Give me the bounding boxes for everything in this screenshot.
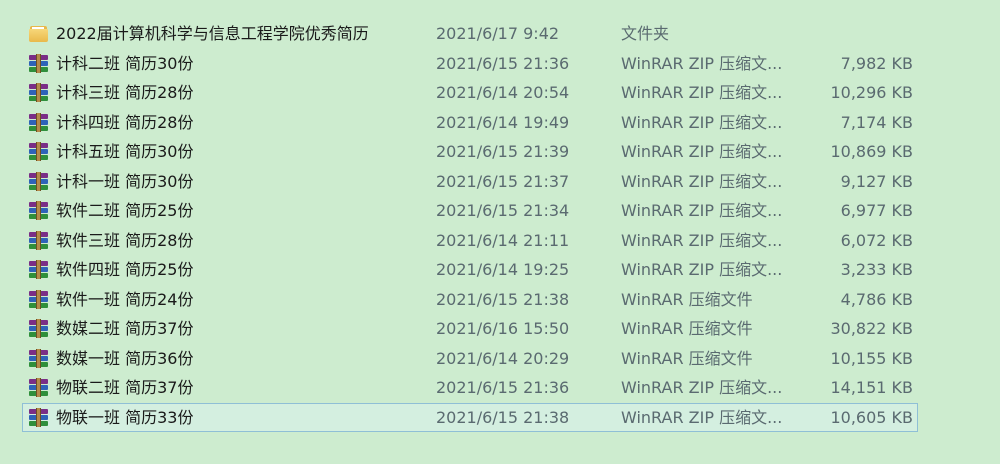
file-date-modified: 2021/6/14 20:54 [436,83,570,102]
winrar-archive-icon [28,83,49,102]
file-name: 数媒一班 简历36份 [56,348,194,368]
file-type: WinRAR ZIP 压缩文... [621,142,783,161]
file-type: WinRAR 压缩文件 [621,289,753,309]
file-date-modified: 2021/6/14 21:11 [436,230,570,250]
file-size: 6,072 KB [840,230,913,250]
winrar-archive-icon [28,171,49,191]
winrar-archive-icon [28,201,49,220]
winrar-archive-icon [28,260,49,279]
file-name: 物联二班 简历37份 [56,378,194,397]
file-type: WinRAR ZIP 压缩文... [621,201,783,220]
file-row[interactable]: 物联二班 简历37份 2021/6/15 21:36 WinRAR ZIP 压缩文.… [22,373,918,402]
file-name: 软件二班 简历25份 [56,201,194,220]
file-type: 文件夹 [621,24,670,43]
file-row[interactable]: 计科五班 简历30份 2021/6/15 21:39 WinRAR ZIP 压缩文.… [22,137,918,166]
file-name: 计科五班 简历30份 [56,142,194,161]
file-date-modified: 2021/6/15 21:34 [436,201,570,220]
file-size: 10,605 KB [830,407,913,427]
file-row[interactable]: 计科一班 简历30份 2021/6/15 21:37 WinRAR ZIP 压缩文.… [22,167,918,196]
file-name: 计科二班 简历30份 [56,53,194,73]
file-name: 软件四班 简历25份 [56,260,194,279]
file-date-modified: 2021/6/15 21:37 [436,171,570,191]
file-name: 计科一班 简历30份 [56,171,194,191]
file-date-modified: 2021/6/17 9:42 [436,24,560,43]
file-row[interactable]: 数媒二班 简历37份 2021/6/16 15:50 WinRAR 压缩文件 30,8… [22,314,918,343]
folder-icon [28,24,49,43]
winrar-archive-icon [28,142,49,161]
winrar-archive-icon [28,348,49,368]
winrar-archive-icon [28,378,49,397]
file-date-modified: 2021/6/15 21:36 [436,53,570,73]
file-size [803,20,913,47]
file-row[interactable]: 数媒一班 简历36份 2021/6/14 20:29 WinRAR 压缩文件 10,1… [22,344,918,373]
file-row[interactable]: 计科四班 简历28份 2021/6/14 19:49 WinRAR ZIP 压缩文.… [22,108,918,137]
file-name: 软件三班 简历28份 [56,230,194,250]
file-date-modified: 2021/6/15 21:38 [436,289,570,309]
file-row[interactable]: 软件二班 简历25份 2021/6/15 21:34 WinRAR ZIP 压缩文.… [22,196,918,225]
file-row[interactable]: 软件一班 简历24份 2021/6/15 21:38 WinRAR 压缩文件 4,78… [22,285,918,314]
file-type: WinRAR 压缩文件 [621,319,753,338]
file-type: WinRAR ZIP 压缩文... [621,378,783,397]
file-row[interactable]: 软件四班 简历25份 2021/6/14 19:25 WinRAR ZIP 压缩文.… [22,255,918,284]
file-type: WinRAR ZIP 压缩文... [621,407,783,427]
file-size: 10,155 KB [830,348,913,368]
file-type: WinRAR ZIP 压缩文... [621,260,783,279]
winrar-archive-icon [28,112,49,132]
file-name: 数媒二班 简历37份 [56,319,194,338]
file-date-modified: 2021/6/14 19:49 [436,112,570,132]
file-type: WinRAR ZIP 压缩文... [621,112,783,132]
file-size: 7,174 KB [840,112,913,132]
file-row[interactable]: 软件三班 简历28份 2021/6/14 21:11 WinRAR ZIP 压缩文.… [22,226,918,255]
file-size: 6,977 KB [840,201,913,220]
file-type: WinRAR ZIP 压缩文... [621,230,783,250]
file-row[interactable]: 2022届计算机科学与信息工程学院优秀简历 2021/6/17 9:42 文件夹 [22,19,918,48]
winrar-archive-icon [28,289,49,309]
file-type: WinRAR ZIP 压缩文... [621,83,783,102]
file-type: WinRAR ZIP 压缩文... [621,53,783,73]
file-date-modified: 2021/6/14 19:25 [436,260,570,279]
file-name: 计科三班 简历28份 [56,83,194,102]
file-type: WinRAR 压缩文件 [621,348,753,368]
file-size: 7,982 KB [840,53,913,73]
file-name: 计科四班 简历28份 [56,112,194,132]
file-name: 物联一班 简历33份 [56,407,194,427]
file-date-modified: 2021/6/15 21:38 [436,407,570,427]
file-size: 3,233 KB [840,260,913,279]
file-date-modified: 2021/6/16 15:50 [436,319,570,338]
file-date-modified: 2021/6/14 20:29 [436,348,570,368]
file-size: 10,296 KB [830,83,913,102]
file-row[interactable]: 计科二班 简历30份 2021/6/15 21:36 WinRAR ZIP 压缩文.… [22,49,918,78]
file-size: 4,786 KB [840,289,913,309]
file-name: 2022届计算机科学与信息工程学院优秀简历 [56,24,369,43]
winrar-archive-icon [28,53,49,73]
file-size: 30,822 KB [830,319,913,338]
file-size: 14,151 KB [830,378,913,397]
file-name: 软件一班 简历24份 [56,289,194,309]
file-date-modified: 2021/6/15 21:39 [436,142,570,161]
winrar-archive-icon [28,319,49,338]
file-size: 9,127 KB [840,171,913,191]
file-list: 2022届计算机科学与信息工程学院优秀简历 2021/6/17 9:42 文件夹计科… [0,0,1000,464]
winrar-archive-icon [28,407,49,427]
file-type: WinRAR ZIP 压缩文... [621,171,783,191]
file-row[interactable]: 计科三班 简历28份 2021/6/14 20:54 WinRAR ZIP 压缩文.… [22,78,918,107]
file-size: 10,869 KB [830,142,913,161]
file-date-modified: 2021/6/15 21:36 [436,378,570,397]
file-row[interactable]: 物联一班 简历33份 2021/6/15 21:38 WinRAR ZIP 压缩文.… [22,402,918,432]
winrar-archive-icon [28,230,49,250]
